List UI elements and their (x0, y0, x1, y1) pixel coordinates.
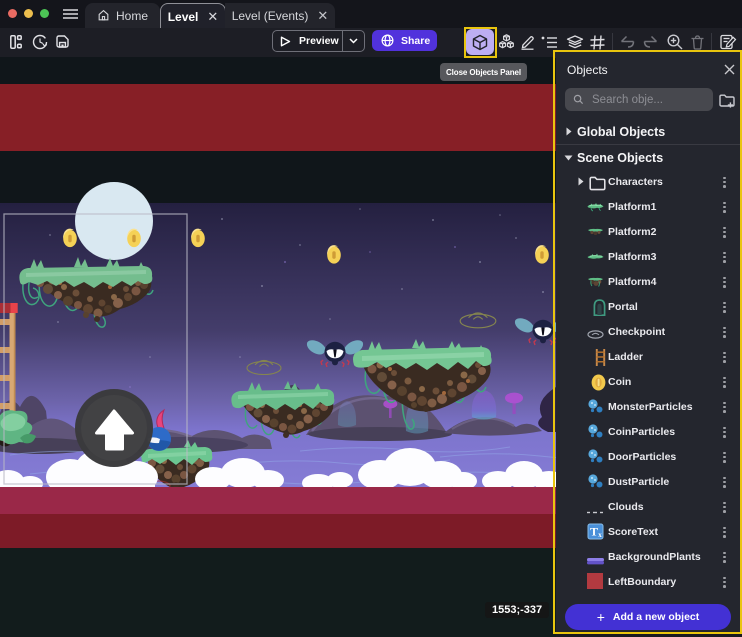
svg-text:x: x (598, 531, 602, 539)
svg-text:T: T (590, 525, 598, 539)
